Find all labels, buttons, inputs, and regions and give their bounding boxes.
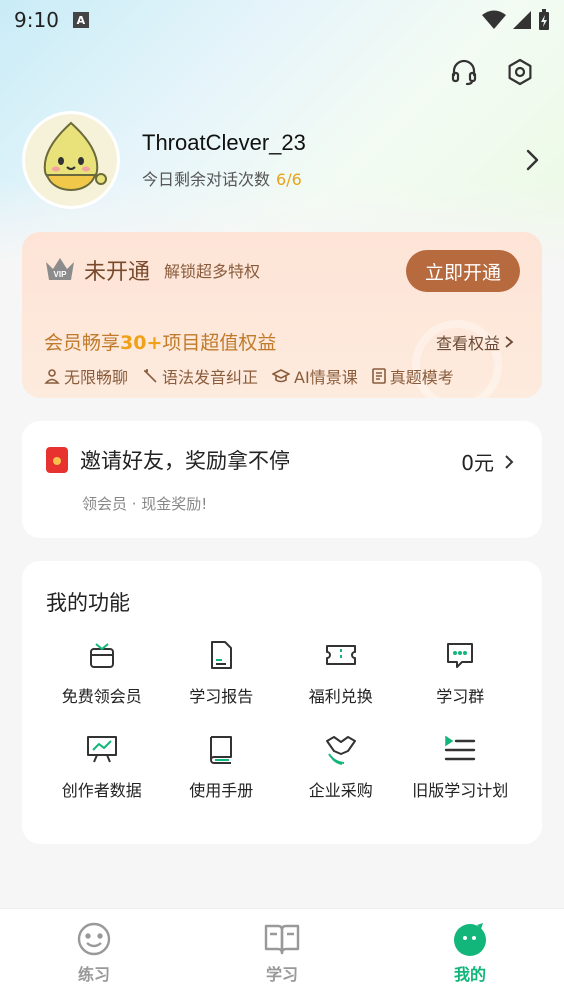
function-label: 免费领会员 <box>61 687 142 706</box>
invite-amount: 0元 <box>461 451 494 475</box>
view-benefits-link[interactable]: 查看权益 <box>436 330 514 354</box>
header-actions <box>448 56 536 88</box>
function-welfare-exchange[interactable]: 福利兑换 <box>281 637 401 707</box>
function-label: 学习报告 <box>189 687 254 706</box>
open-vip-button[interactable]: 立即开通 <box>406 250 520 292</box>
nav-tab-mine[interactable]: 我的 <box>376 909 564 1004</box>
vip-unlock-text: 解锁超多特权 <box>164 262 261 281</box>
vip-benefit-text: 会员畅享30+项目超值权益 <box>44 328 276 355</box>
chevron-right-icon[interactable] <box>522 148 542 172</box>
vip-feature-label: 语法发音纠正 <box>162 368 259 387</box>
function-label: 企业采购 <box>308 781 373 800</box>
vip-feature-label: 无限畅聊 <box>64 368 129 387</box>
vip-benefit-prefix: 会员畅享 <box>44 332 121 354</box>
list-icon <box>445 735 476 761</box>
chevron-right-icon <box>505 454 514 469</box>
ticket-icon <box>325 645 356 665</box>
nav-tab-practice[interactable]: 练习 <box>0 909 188 1004</box>
nav-tab-study[interactable]: 学习 <box>188 909 376 1004</box>
handshake-icon <box>325 736 356 765</box>
invite-card[interactable]: 邀请好友，奖励拿不停 0元 领会员 · 现金奖励! <box>22 421 542 538</box>
function-old-study-plan[interactable]: 旧版学习计划 <box>401 731 521 801</box>
magic-wand-icon <box>144 369 157 383</box>
vip-feature-label: AI情景课 <box>294 368 358 387</box>
settings-button[interactable] <box>504 56 536 88</box>
red-envelope-icon <box>46 447 68 473</box>
mascot-avatar-icon <box>43 121 107 191</box>
customer-service-button[interactable] <box>448 56 480 88</box>
function-label: 福利兑换 <box>308 687 373 706</box>
function-enterprise-purchase[interactable]: 企业采购 <box>281 731 401 801</box>
function-creator-data[interactable]: 创作者数据 <box>42 731 162 801</box>
chat-remaining-label: 今日剩余对话次数 <box>142 170 271 189</box>
status-time: 9:10 <box>14 8 59 32</box>
chevron-right-small-icon <box>505 336 514 348</box>
battery-icon <box>539 9 549 30</box>
headset-icon <box>451 59 477 86</box>
vip-feature: AI情景课 <box>272 364 358 388</box>
nav-label: 练习 <box>77 965 110 984</box>
vip-features: 无限畅聊 语法发音纠正 AI情景课 真题模考 <box>44 364 454 388</box>
open-book-icon <box>264 924 300 955</box>
smile-icon <box>77 922 111 956</box>
functions-grid: 免费领会员 学习报告 福利兑换 学习群 创作者数据 使用手册 企业采购 旧版学习… <box>42 637 520 801</box>
signal-icon <box>513 11 531 29</box>
function-free-vip[interactable]: 免费领会员 <box>42 637 162 707</box>
nav-label: 我的 <box>453 965 486 984</box>
function-study-group[interactable]: 学习群 <box>401 637 521 707</box>
vip-benefit-count: 30+ <box>120 332 163 354</box>
functions-card: 我的功能 免费领会员 学习报告 福利兑换 学习群 创作者数据 使用手册 企业采购… <box>22 561 542 844</box>
exam-paper-icon <box>371 368 386 384</box>
function-study-report[interactable]: 学习报告 <box>162 637 282 707</box>
gift-icon <box>89 643 114 668</box>
invite-reward: 0元 <box>461 447 514 476</box>
status-bar: 9:10 A <box>0 0 564 40</box>
vip-feature: 无限畅聊 <box>44 364 128 388</box>
chat-remaining-count: 6/6 <box>276 170 302 189</box>
function-label: 创作者数据 <box>61 781 142 800</box>
person-icon <box>44 369 60 384</box>
function-label: 使用手册 <box>189 781 254 800</box>
vip-status-row: VIP 未开通 解锁超多特权 <box>44 254 260 286</box>
function-label: 旧版学习计划 <box>412 781 509 800</box>
gear-icon <box>508 58 532 86</box>
invite-title-row: 邀请好友，奖励拿不停 <box>46 445 290 475</box>
wifi-icon <box>482 10 506 29</box>
username: ThroatClever_23 <box>142 130 306 155</box>
invite-title: 邀请好友，奖励拿不停 <box>80 449 290 473</box>
functions-title: 我的功能 <box>46 591 130 615</box>
graduation-cap-icon <box>272 369 291 383</box>
chat-remaining: 今日剩余对话次数 6/6 <box>142 166 306 190</box>
vip-feature: 语法发音纠正 <box>142 364 258 388</box>
avatar[interactable] <box>22 111 120 209</box>
invite-subtitle: 领会员 · 现金奖励! <box>82 495 208 513</box>
crown-vip-icon: VIP <box>46 258 74 280</box>
profile-header[interactable]: ThroatClever_23 今日剩余对话次数 6/6 <box>22 110 542 210</box>
function-user-manual[interactable]: 使用手册 <box>162 731 282 801</box>
vip-status: 未开通 <box>84 260 151 285</box>
notification-icon: A <box>72 12 89 28</box>
vip-badge-text: VIP <box>54 270 68 279</box>
profile-info: ThroatClever_23 今日剩余对话次数 6/6 <box>142 130 306 190</box>
nav-label: 学习 <box>265 965 298 984</box>
vip-feature: 真题模考 <box>371 364 454 388</box>
vip-benefit-suffix: 项目超值权益 <box>162 332 277 354</box>
chart-board-icon <box>86 736 117 763</box>
book-icon <box>210 736 233 764</box>
vip-feature-label: 真题模考 <box>389 368 454 387</box>
mascot-icon <box>454 923 486 956</box>
function-label: 学习群 <box>436 687 485 706</box>
chat-group-icon <box>447 643 474 668</box>
view-benefits-label: 查看权益 <box>435 334 500 353</box>
bottom-nav: 练习 学习 我的 <box>0 908 564 1004</box>
vip-card[interactable]: VIP 未开通 解锁超多特权 立即开通 会员畅享30+项目超值权益 查看权益 无… <box>22 232 542 398</box>
report-icon <box>211 641 233 669</box>
